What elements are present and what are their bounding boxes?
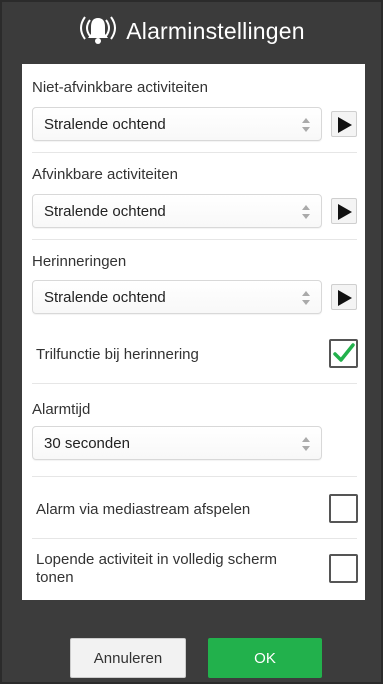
select-value: Stralende ochtend — [44, 289, 166, 306]
select-value: Stralende ochtend — [44, 116, 166, 133]
alarm-bell-icon — [80, 16, 117, 44]
checkable-sound-select[interactable]: Stralende ochtend — [32, 194, 322, 228]
reminders-sound-select[interactable]: Stralende ochtend — [32, 280, 322, 314]
select-arrows-icon — [302, 291, 310, 305]
play-icon — [338, 204, 352, 220]
checkable-play-button[interactable] — [331, 198, 357, 224]
select-arrows-icon — [302, 437, 310, 451]
dialog-header: Alarminstellingen — [2, 2, 381, 60]
fullscreen-checkbox[interactable] — [329, 554, 358, 583]
checkmark-icon — [333, 343, 355, 362]
dialog-frame: Alarminstellingen Niet-afvinkbare activi… — [0, 0, 383, 684]
vibrate-label: Trilfunctie bij herinnering — [36, 346, 199, 363]
dialog-footer: Annuleren OK — [2, 622, 381, 682]
divider — [32, 476, 357, 477]
select-arrows-icon — [302, 205, 310, 219]
media-stream-label: Alarm via mediastream afspelen — [36, 501, 251, 518]
select-value: Stralende ochtend — [44, 203, 166, 220]
select-arrows-icon — [302, 118, 310, 132]
play-icon — [338, 117, 352, 133]
settings-panel: Niet-afvinkbare activiteiten Stralende o… — [22, 64, 365, 600]
play-icon — [338, 290, 352, 306]
non-checkable-sound-select[interactable]: Stralende ochtend — [32, 107, 322, 141]
alarm-time-select[interactable]: 30 seconden — [32, 426, 322, 460]
non-checkable-play-button[interactable] — [331, 111, 357, 137]
checkable-label: Afvinkbare activiteiten — [32, 166, 178, 183]
dialog-title: Alarminstellingen — [126, 17, 305, 44]
media-stream-checkbox[interactable] — [329, 494, 358, 523]
reminders-play-button[interactable] — [331, 284, 357, 310]
cancel-button[interactable]: Annuleren — [70, 638, 186, 678]
reminders-label: Herinneringen — [32, 253, 127, 270]
alarm-time-label: Alarmtijd — [32, 401, 91, 418]
divider — [32, 383, 357, 384]
fullscreen-label: Lopende activiteit in volledig scherm to… — [36, 551, 277, 586]
divider — [32, 538, 357, 539]
vibrate-checkbox[interactable] — [329, 339, 358, 368]
ok-button[interactable]: OK — [208, 638, 322, 678]
divider — [32, 239, 357, 240]
divider — [32, 152, 357, 153]
select-value: 30 seconden — [44, 435, 130, 452]
non-checkable-label: Niet-afvinkbare activiteiten — [32, 79, 208, 96]
